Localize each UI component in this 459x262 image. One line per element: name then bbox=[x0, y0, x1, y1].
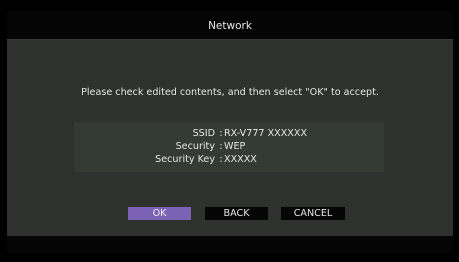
ssid-row: SSID : RX-V777 XXXXXX bbox=[74, 128, 384, 140]
security-key-row: Security Key : XXXXX bbox=[74, 154, 384, 166]
ok-button[interactable]: OK bbox=[128, 207, 191, 220]
ssid-label: SSID bbox=[192, 128, 215, 139]
security-label: Security bbox=[175, 141, 215, 152]
ssid-value: RX-V777 XXXXXX bbox=[224, 128, 308, 139]
security-value: WEP bbox=[224, 141, 246, 152]
confirmation-panel: Please check edited contents, and then s… bbox=[7, 40, 453, 236]
confirmation-message: Please check edited contents, and then s… bbox=[81, 87, 379, 98]
security-row: Security : WEP bbox=[74, 141, 384, 153]
security-key-label: Security Key bbox=[155, 154, 215, 165]
bottom-bar bbox=[7, 236, 453, 253]
security-key-value: XXXXX bbox=[224, 154, 257, 165]
network-screen: Network Please check edited contents, an… bbox=[7, 11, 453, 253]
cancel-button[interactable]: CANCEL bbox=[281, 207, 345, 220]
network-settings-summary: SSID : RX-V777 XXXXXX Security : WEP Sec… bbox=[74, 122, 384, 172]
page-title: Network bbox=[7, 11, 453, 39]
back-button[interactable]: BACK bbox=[205, 207, 268, 220]
